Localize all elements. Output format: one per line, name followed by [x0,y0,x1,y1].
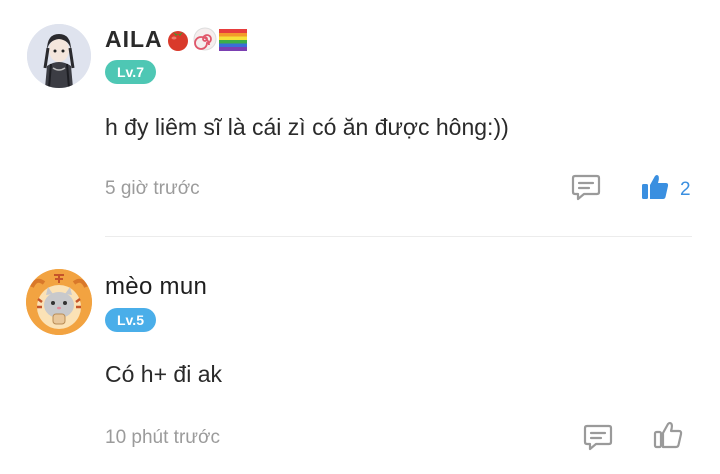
thumbs-up-outline-icon [652,419,684,456]
reply-button[interactable] [570,171,602,208]
thumbs-up-filled-icon [640,172,670,207]
level-badge: Lv.5 [105,308,156,332]
avatar[interactable] [26,269,92,335]
username-text: AILA [105,26,163,52]
level-badge: Lv.7 [105,60,156,84]
swirl-candy-icon [193,27,217,57]
username[interactable]: AILA [105,26,247,57]
comment-icon [570,171,602,208]
reply-button[interactable] [582,421,614,458]
comment-text: h đy liêm sĩ là cái zì có ăn được hông:)… [105,114,509,140]
comment-item: mèo mun Lv.5 Có h+ đi ak 10 phút trước [0,237,720,474]
avatar[interactable] [27,24,91,88]
comment-icon [582,421,614,458]
like-count: 2 [680,178,691,200]
like-button[interactable] [652,419,684,456]
comment-text: Có h+ đi ak [105,361,222,387]
rainbow-flag-icon [218,29,247,57]
comment-item: AILA Lv.7 h đy liêm sĩ là cái zì có ăn đ… [0,0,720,237]
tomato-icon [165,27,191,57]
timestamp: 10 phút trước [105,427,220,448]
timestamp: 5 giờ trước [105,178,200,199]
like-button[interactable]: 2 [640,172,691,207]
username[interactable]: mèo mun [105,273,207,301]
